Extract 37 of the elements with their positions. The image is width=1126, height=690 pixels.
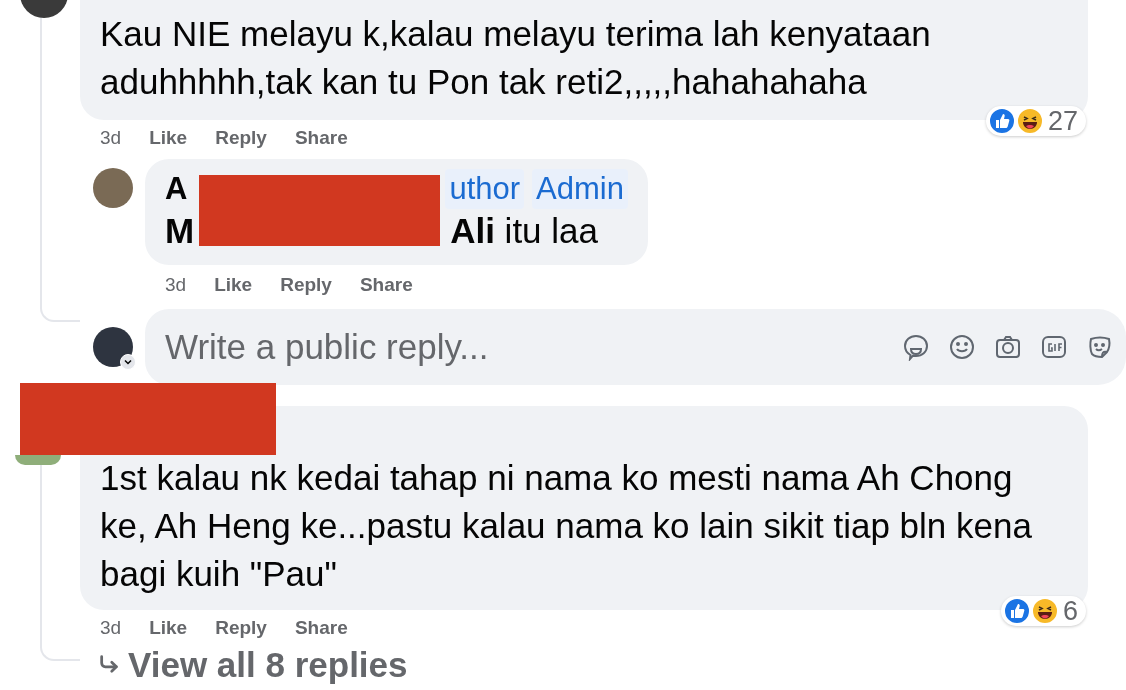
reaction-count: 27 [1047,107,1078,135]
camera-icon[interactable] [994,333,1022,361]
like-reaction-icon [987,107,1016,135]
comment-action-link[interactable]: Share [294,614,348,643]
comment-action-link[interactable]: Reply [280,270,332,299]
comment-action-link[interactable]: Like [214,270,253,299]
avatar-sticker-icon[interactable] [902,333,930,361]
laughing-reaction-icon [1030,597,1059,625]
reaction-summary[interactable]: 6 [1000,596,1086,626]
view-replies-link[interactable]: View all 8 replies [80,646,408,682]
reply-input-field[interactable]: Write a public reply... [165,320,902,374]
laughing-reaction-icon [1015,107,1044,135]
gif-icon[interactable] [1040,333,1068,361]
avatar[interactable] [93,327,133,367]
reply-arrow-icon [98,653,120,675]
comment-time: 3d [165,272,187,297]
reaction-summary[interactable]: 27 [985,106,1086,136]
reply-field[interactable]: Write a public reply... [145,309,1126,385]
comment-action-link[interactable]: Like [149,614,188,643]
comment-text: Ali itu laa [450,209,598,252]
author-badge: uthor [445,168,525,209]
reaction-count: 6 [1062,597,1078,625]
like-reaction-icon [1002,597,1031,625]
comment-text: Kau NIE melayu k,kalau melayu terima lah kenyataan aduhhhhh,tak kan tu Pon tak reti2,,,,,hahahahaha [100,13,932,103]
comment-text: M [165,209,195,252]
dropdown-caret-icon[interactable] [120,354,136,370]
comment-action-link[interactable]: Reply [215,124,267,153]
comment-action-link[interactable]: Share [294,124,348,153]
comment-action-link[interactable]: Share [359,270,413,299]
commenter-name[interactable]: A [165,168,188,209]
comment-action-link[interactable]: Like [149,124,188,153]
comment-time: 3d [100,126,122,150]
emoji-icon[interactable] [948,333,976,361]
comment-action-link[interactable]: Reply [215,614,267,643]
comment-text: 1st kalau nk kedai tahap ni nama ko mesti nama Ah Chong ke, Ah Heng ke...pastu kalau nama ko lain sikit tiap bln kena bagi kuih "Pau" [100,457,1033,595]
comment-time: 3d [100,616,122,640]
author-badge: Admin [532,168,628,209]
